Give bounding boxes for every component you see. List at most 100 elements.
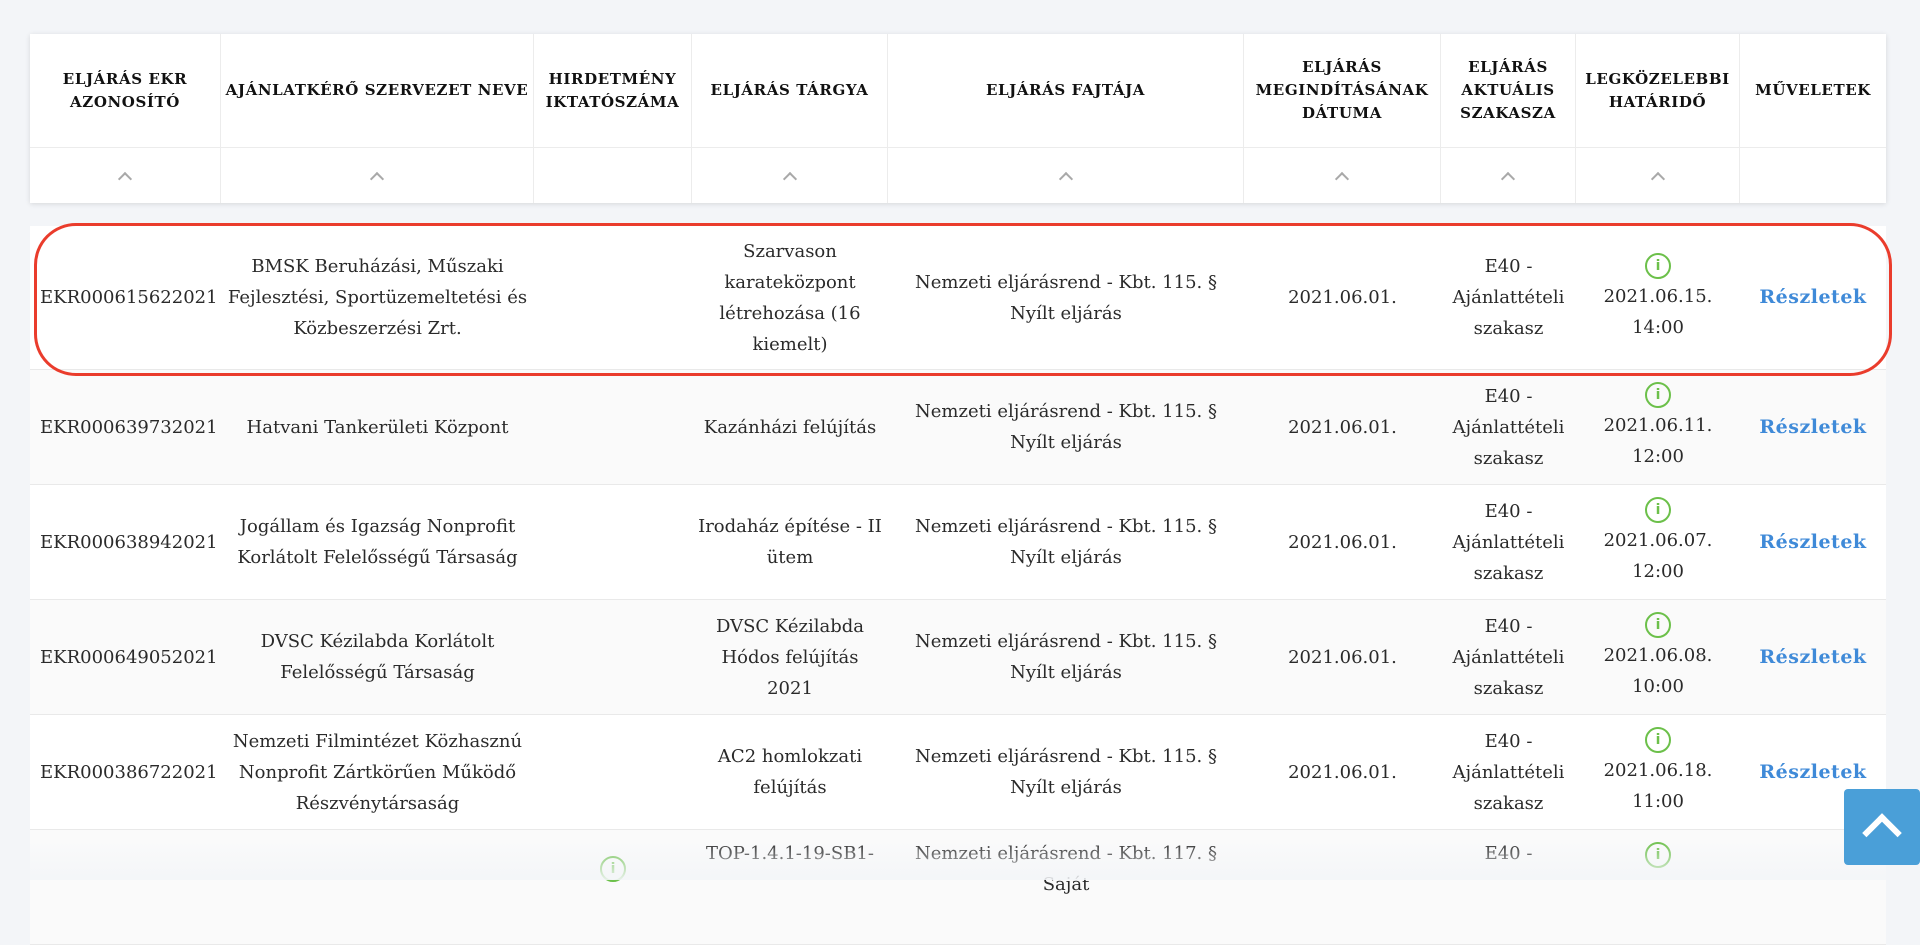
col-header-deadline[interactable]: LEGKÖZELEBBI HATÁRIDŐ	[1576, 34, 1740, 147]
cell-deadline: i	[1576, 830, 1740, 870]
sort-actions-empty	[1740, 148, 1886, 203]
sort-start-date[interactable]	[1244, 148, 1441, 203]
cell-deadline: i 2021.06.18. 11:00	[1576, 715, 1740, 829]
details-link[interactable]: Részletek	[1759, 757, 1866, 788]
chevron-up-icon	[369, 171, 385, 186]
results-table-body: EKR000615622021 BMSK Beruházási, Műszaki…	[30, 226, 1886, 945]
cell-stage: E40 - Ajánlattételi szakasz	[1452, 385, 1565, 469]
sort-stage[interactable]	[1441, 148, 1576, 203]
cell-procedure-type: Nemzeti eljárásrend - Kbt. 115. § Nyílt …	[915, 746, 1217, 798]
col-header-label: ELJÁRÁS MEGINDÍTÁSÁNAK DÁTUMA	[1255, 58, 1429, 122]
cell-procedure-type: Nemzeti eljárásrend - Kbt. 115. § Nyílt …	[915, 401, 1217, 453]
col-header-label: ELJÁRÁS FAJTÁJA	[985, 81, 1146, 99]
cell-stage: E40 - Ajánlattételi szakasz	[1452, 615, 1565, 699]
cell-actions: Részletek	[1740, 370, 1886, 484]
cell-ekr-id: EKR000649052021	[40, 646, 218, 668]
cell-procedure-type: Nemzeti eljárásrend - Kbt. 115. § Nyílt …	[915, 271, 1217, 324]
col-header-label: HIRDETMÉNY IKTATÓSZÁMA	[545, 69, 680, 111]
cell-procedure-type: Nemzeti eljárásrend - Kbt. 115. § Nyílt …	[915, 631, 1217, 683]
info-circle-icon[interactable]: i	[1645, 612, 1671, 638]
col-header-procedure-type[interactable]: ELJÁRÁS FAJTÁJA	[888, 34, 1244, 147]
sort-deadline[interactable]	[1576, 148, 1740, 203]
cell-org-name: Hatvani Tankerületi Központ	[246, 416, 509, 438]
chevron-up-icon	[1650, 171, 1665, 186]
chevron-up-icon	[1862, 813, 1902, 853]
cell-start-date: 2021.06.01.	[1288, 646, 1397, 668]
chevron-up-icon	[1500, 171, 1516, 186]
cell-notice-number	[534, 370, 692, 484]
cell-notice-number	[534, 715, 692, 829]
details-link[interactable]: Részletek	[1759, 282, 1866, 313]
col-header-label: ELJÁRÁS AKTUÁLIS SZAKASZA	[1460, 58, 1556, 122]
cell-actions: Részletek	[1740, 600, 1886, 714]
cell-ekr-id: EKR000638942021	[40, 531, 218, 553]
chevron-up-icon	[1058, 171, 1073, 186]
info-circle-icon[interactable]: i	[1645, 727, 1671, 753]
cell-actions: Részletek	[1740, 485, 1886, 599]
cell-org-name: BMSK Beruházási, Műszaki Fejlesztési, Sp…	[227, 256, 528, 339]
cell-org-name: Jogállam és Igazság Nonprofit Korlátolt …	[237, 516, 518, 568]
info-circle-icon[interactable]: i	[1645, 382, 1671, 408]
sort-subject[interactable]	[692, 148, 888, 203]
cell-start-date: 2021.06.01.	[1288, 761, 1397, 783]
col-header-stage[interactable]: ELJÁRÁS AKTUÁLIS SZAKASZA	[1441, 34, 1576, 147]
cell-ekr-id: EKR000386722021	[40, 761, 218, 783]
col-header-actions: MŰVELETEK	[1740, 34, 1886, 147]
sort-row	[30, 147, 1886, 203]
col-header-label: AJÁNLATKÉRŐ SZERVEZET NEVE	[225, 81, 529, 99]
table-row: EKR000638942021 Jogállam és Igazság Nonp…	[30, 485, 1886, 600]
info-circle-icon[interactable]: i	[600, 856, 626, 882]
cell-procedure-type: Nemzeti eljárásrend - Kbt. 115. § Nyílt …	[915, 516, 1217, 568]
header-row: ELJÁRÁS EKR AZONOSÍTÓ AJÁNLATKÉRŐ SZERVE…	[30, 34, 1886, 147]
cell-subject: DVSC Kézilabda Hódos felújítás 2021	[715, 615, 865, 699]
col-header-org-name[interactable]: AJÁNLATKÉRŐ SZERVEZET NEVE	[221, 34, 534, 147]
cell-deadline: i 2021.06.15. 14:00	[1576, 226, 1740, 369]
details-link[interactable]: Részletek	[1759, 527, 1866, 558]
details-link[interactable]: Részletek	[1759, 642, 1866, 673]
cell-subject: Kazánházi felújítás	[703, 416, 877, 438]
info-circle-icon[interactable]: i	[1645, 842, 1671, 868]
deadline-text: 2021.06.15. 14:00	[1603, 285, 1713, 338]
cell-ekr-id: EKR000615622021	[40, 287, 218, 308]
col-header-start-date[interactable]: ELJÁRÁS MEGINDÍTÁSÁNAK DÁTUMA	[1244, 34, 1441, 147]
col-header-label: ELJÁRÁS EKR AZONOSÍTÓ	[62, 69, 188, 111]
cell-org-name: DVSC Kézilabda Korlátolt Felelősségű Tár…	[260, 631, 495, 683]
cell-notice-number	[534, 600, 692, 714]
results-table-header: ELJÁRÁS EKR AZONOSÍTÓ AJÁNLATKÉRŐ SZERVE…	[30, 34, 1886, 203]
sort-procedure-type[interactable]	[888, 148, 1244, 203]
cell-notice-number	[534, 485, 692, 599]
cell-start-date: 2021.06.01.	[1288, 287, 1397, 308]
col-header-label: MŰVELETEK	[1755, 81, 1871, 99]
cell-subject: TOP-1.4.1-19-SB1-	[706, 843, 874, 864]
info-circle-icon[interactable]: i	[1645, 252, 1671, 279]
cell-subject: Irodaház építése - II ütem	[698, 516, 882, 568]
scroll-to-top-button[interactable]	[1844, 789, 1920, 865]
sort-org-name[interactable]	[221, 148, 534, 203]
chevron-up-icon	[1334, 171, 1350, 186]
details-link[interactable]: Részletek	[1759, 412, 1866, 443]
chevron-up-icon	[117, 171, 133, 186]
info-circle-icon[interactable]: i	[1645, 497, 1671, 523]
cell-deadline: i 2021.06.08. 10:00	[1576, 600, 1740, 714]
cell-stage: E40 - Ajánlattételi szakasz	[1452, 730, 1565, 814]
sort-ekr-id[interactable]	[30, 148, 221, 203]
cell-notice-number: i	[534, 830, 692, 884]
cell-stage: E40 - Ajánlattételi szakasz	[1452, 500, 1565, 584]
cell-subject: AC2 homlokzati felújítás	[717, 746, 863, 798]
deadline-text: 2021.06.08. 10:00	[1603, 645, 1713, 697]
chevron-up-icon	[782, 171, 797, 186]
col-header-subject[interactable]: ELJÁRÁS TÁRGYA	[692, 34, 888, 147]
col-header-notice-number: HIRDETMÉNY IKTATÓSZÁMA	[534, 34, 692, 147]
table-row: EKR000649052021 DVSC Kézilabda Korlátolt…	[30, 600, 1886, 715]
cell-procedure-type: Nemzeti eljárásrend - Kbt. 117. § Saját	[915, 843, 1217, 895]
col-header-label: ELJÁRÁS TÁRGYA	[710, 81, 869, 99]
col-header-ekr-id[interactable]: ELJÁRÁS EKR AZONOSÍTÓ	[30, 34, 221, 147]
deadline-text: 2021.06.07. 12:00	[1603, 530, 1713, 582]
cell-subject: Szarvason karateközpont létrehozása (16 …	[719, 240, 861, 355]
cell-org-name: Nemzeti Filmintézet Közhasznú Nonprofit …	[232, 730, 523, 814]
deadline-text: 2021.06.18. 11:00	[1603, 760, 1713, 812]
col-header-label: LEGKÖZELEBBI HATÁRIDŐ	[1585, 69, 1730, 111]
cell-deadline: i 2021.06.07. 12:00	[1576, 485, 1740, 599]
cell-stage: E40 - Ajánlattételi szakasz	[1452, 256, 1565, 339]
table-row: EKR000639732021 Hatvani Tankerületi Közp…	[30, 370, 1886, 485]
